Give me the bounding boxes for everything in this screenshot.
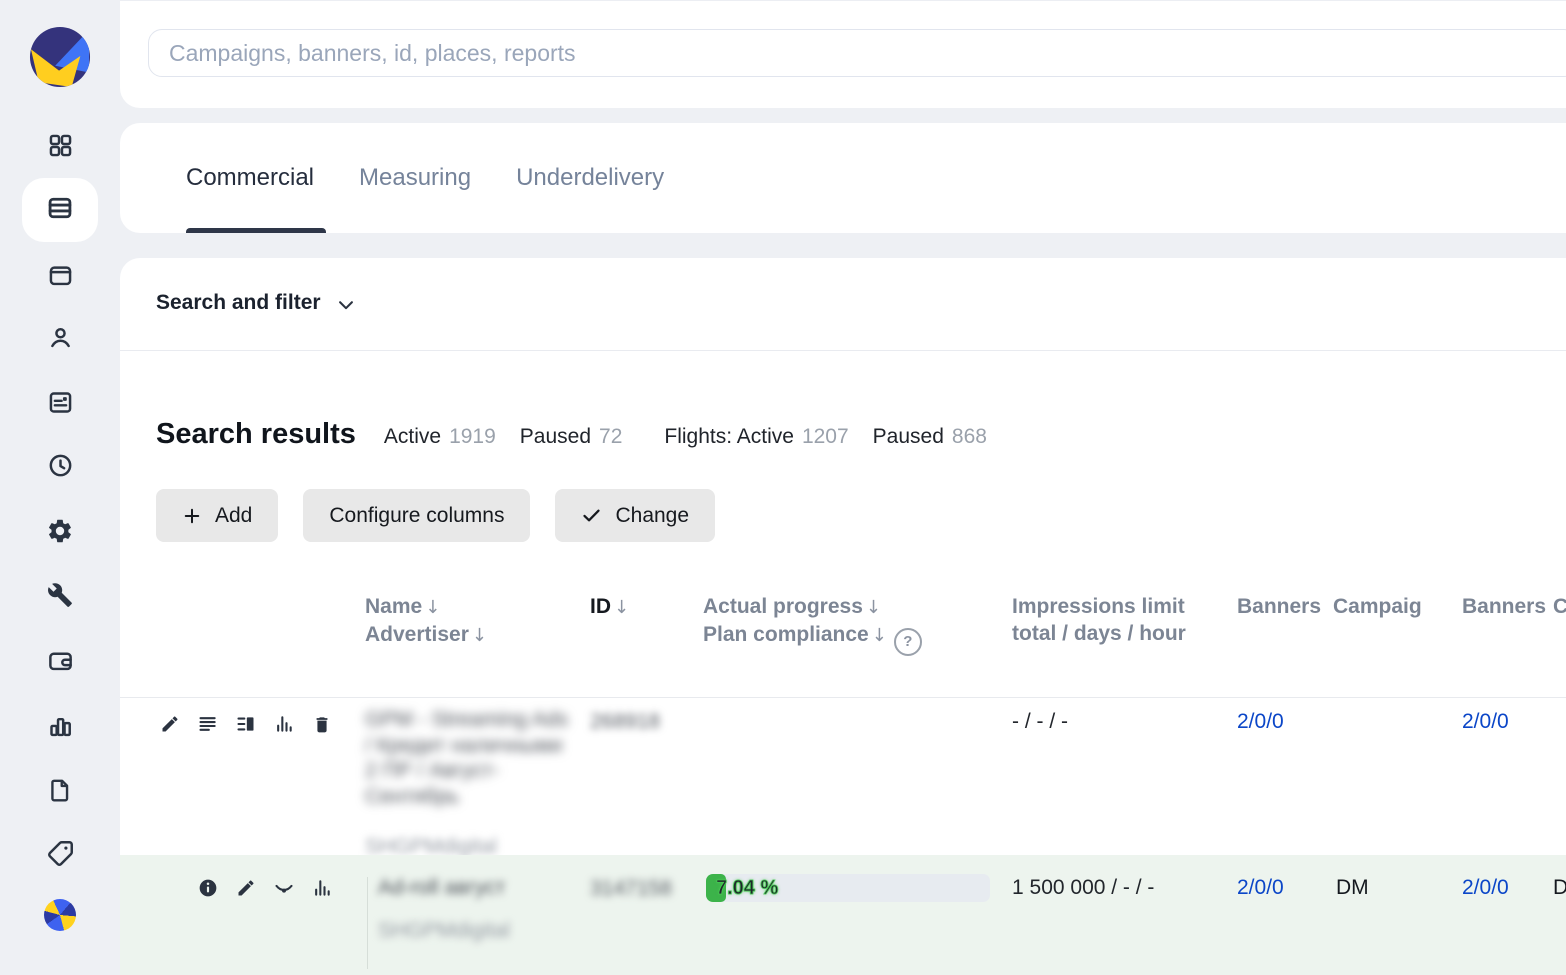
tab-measuring[interactable]: Measuring [359, 164, 471, 192]
tools-wrench-icon [47, 582, 73, 613]
logo-icon [29, 26, 91, 93]
column-header-banners: Banners [1237, 593, 1321, 620]
sidebar-item-services[interactable] [0, 899, 120, 931]
campaigns-list-icon [46, 194, 74, 227]
delete-trash-icon[interactable] [312, 714, 332, 734]
chevron-down-icon [336, 292, 356, 315]
stat-flights-paused: Paused 868 [873, 425, 987, 449]
sidebar-item-billing[interactable] [0, 647, 120, 679]
table-header-divider [120, 697, 1566, 698]
statistics-bars-icon [47, 713, 74, 745]
app: Commercial Measuring Underdelivery Searc… [0, 0, 1566, 975]
impressions-limit-value: 1 500 000 / - / - [1012, 876, 1154, 900]
column-header-banners-2: Banners [1462, 593, 1546, 620]
section-divider [120, 350, 1566, 351]
sort-arrow-icon: ↓ [472, 625, 487, 646]
users-person-icon [47, 324, 74, 356]
sidebar-item-statistics[interactable] [0, 713, 120, 745]
column-header-id[interactable]: ID↓ [590, 593, 629, 621]
sort-arrow-icon: ↓ [425, 597, 440, 618]
services-ball-icon [44, 899, 76, 931]
column-header-campaign: Campaig [1333, 593, 1422, 620]
column-separator [367, 877, 368, 969]
column-header-cut: C [1553, 593, 1566, 620]
placements-box-icon [47, 262, 74, 294]
sidebar-item-campaigns[interactable] [22, 178, 98, 242]
global-search-input[interactable] [148, 29, 1566, 77]
settings-gear-icon [46, 517, 74, 550]
page-title: Search results [156, 418, 356, 451]
campaign-code-cut: D [1553, 876, 1566, 900]
help-question-icon[interactable]: ? [894, 628, 922, 656]
campaign-name[interactable]: Ad-roll август [378, 876, 505, 900]
banners-link[interactable]: 2/0/0 [1237, 710, 1284, 734]
grid-icon [47, 132, 74, 164]
stat-paused: Paused 72 [520, 425, 623, 449]
sidebar-item-tools[interactable] [0, 582, 120, 613]
billing-wallet-icon [47, 647, 74, 679]
banners-link-2[interactable]: 2/0/0 [1462, 876, 1509, 900]
list-lines-icon[interactable] [198, 714, 218, 734]
campaign-id: 268918 [590, 710, 660, 734]
tab-bar: Commercial Measuring Underdelivery [186, 123, 664, 233]
tab-commercial[interactable]: Commercial [186, 164, 314, 192]
campaign-id: 3147158 [590, 877, 672, 901]
sort-arrow-icon: ↓ [614, 597, 629, 618]
history-clock-icon [47, 452, 74, 484]
column-header-name-advertiser[interactable]: Name↓ Advertiser↓ [365, 593, 487, 649]
advertiser-name: SHGPMdigital [378, 919, 510, 943]
sidebar-item-placements[interactable] [0, 262, 120, 294]
info-icon[interactable] [198, 878, 218, 898]
sidebar-item-tags[interactable] [0, 840, 120, 872]
sort-arrow-icon: ↓ [866, 597, 881, 618]
active-tab-underline [186, 228, 326, 233]
tabs-card: Commercial Measuring Underdelivery [120, 123, 1566, 233]
layout-split-icon[interactable] [236, 714, 256, 734]
sidebar-item-history[interactable] [0, 452, 120, 484]
tab-underdelivery[interactable]: Underdelivery [516, 164, 664, 192]
progress-value: 7.04 % [716, 877, 778, 900]
main-card: Search and filter Search results Active … [120, 258, 1566, 975]
ads-article-icon [47, 389, 74, 421]
toolbar: Add Configure columns Change [156, 489, 715, 542]
preview-eye-icon[interactable] [274, 878, 294, 898]
stat-active: Active 1919 [384, 425, 496, 449]
tags-label-icon [47, 840, 74, 872]
adfox-logo[interactable] [0, 26, 120, 93]
table-row-highlighted: Ad-roll август SHGPMdigital 3147158 7.04… [120, 855, 1566, 975]
campaign-code: DM [1336, 876, 1369, 900]
banners-link-2[interactable]: 2/0/0 [1462, 710, 1509, 734]
stat-flights-active: Flights: Active 1207 [664, 425, 848, 449]
campaign-name[interactable]: GPM - Streaming Ads / Кредит наличными 2… [365, 707, 573, 809]
top-search-card [120, 0, 1566, 108]
edit-pencil-icon[interactable] [160, 714, 180, 734]
banners-link[interactable]: 2/0/0 [1237, 876, 1284, 900]
sidebar-item-documents[interactable] [0, 777, 120, 808]
search-and-filter-label: Search and filter [156, 291, 321, 315]
column-header-progress[interactable]: Actual progress↓ Plan compliance↓? [703, 593, 922, 656]
progress-bar: 7.04 % [706, 874, 990, 902]
sort-arrow-icon: ↓ [872, 625, 887, 646]
stats-bars-icon[interactable] [312, 878, 332, 898]
search-and-filter-toggle[interactable]: Search and filter [156, 291, 356, 315]
check-icon [581, 505, 602, 526]
column-header-impressions-limit: Impressions limit total / days / hour [1012, 593, 1207, 647]
row-actions [160, 714, 332, 734]
sidebar-item-settings[interactable] [0, 517, 120, 550]
configure-columns-button[interactable]: Configure columns [303, 489, 530, 542]
add-button[interactable]: Add [156, 489, 278, 542]
sidebar-item-users[interactable] [0, 324, 120, 356]
plus-icon [182, 506, 202, 526]
sidebar [0, 0, 120, 975]
edit-pencil-icon[interactable] [236, 878, 256, 898]
results-header: Search results Active 1919 Paused 72 Fli… [156, 418, 1011, 451]
row-actions [198, 878, 332, 898]
sidebar-item-dashboard[interactable] [0, 132, 120, 164]
sidebar-item-ads[interactable] [0, 389, 120, 421]
change-button[interactable]: Change [555, 489, 715, 542]
impressions-limit-value: - / - / - [1012, 710, 1068, 734]
stats-bars-icon[interactable] [274, 714, 294, 734]
documents-page-icon [47, 777, 73, 808]
